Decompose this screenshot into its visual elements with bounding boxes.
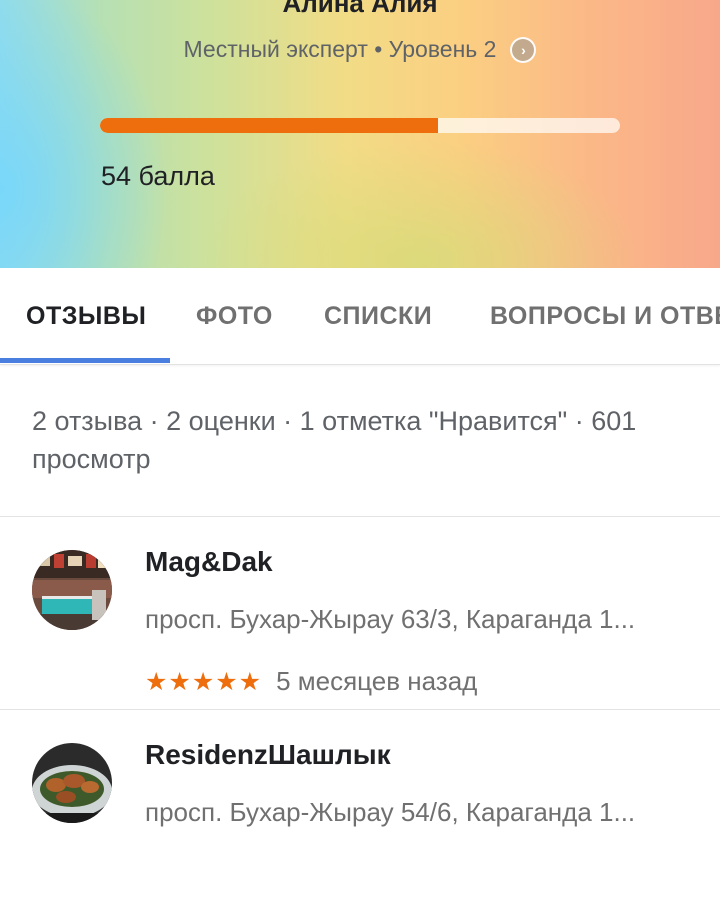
level-progress-bar [100, 118, 620, 133]
review-time: 5 месяцев назад [276, 666, 478, 696]
place-name[interactable]: Mag&Dak [145, 546, 273, 578]
review-item[interactable]: ResidenzШашлык просп. Бухар-Жырау 54/6, … [0, 709, 720, 899]
tab-bar: ОТЗЫВЫ ФОТО СПИСКИ ВОПРОСЫ И ОТВЕ [0, 268, 720, 365]
level-row[interactable]: Местный эксперт • Уровень 2 › [0, 36, 720, 63]
profile-header: Алина Алия Местный эксперт • Уровень 2 ›… [0, 0, 720, 268]
review-item[interactable]: Mag&Dak просп. Бухар-Жырау 63/3, Караган… [0, 516, 720, 706]
level-subtitle: Местный эксперт • Уровень 2 [183, 36, 497, 62]
star-rating: ★★★★★ [145, 667, 263, 696]
review-stats: 2 отзыва · 2 оценки · 1 отметка "Нравитс… [32, 406, 637, 474]
points-label: 54 балла [101, 161, 215, 191]
chevron-right-icon[interactable]: › [510, 36, 537, 63]
tab-lists[interactable]: СПИСКИ [324, 268, 432, 364]
place-address: просп. Бухар-Жырау 54/6, Караганда 1... [145, 797, 636, 827]
active-tab-indicator [0, 358, 170, 363]
tab-questions-answers[interactable]: ВОПРОСЫ И ОТВЕ [490, 268, 720, 364]
tab-photos[interactable]: ФОТО [196, 268, 273, 364]
review-meta: ★★★★★ 5 месяцев назад [145, 666, 477, 697]
place-name[interactable]: ResidenzШашлык [145, 739, 391, 771]
level-progress-fill [100, 118, 438, 133]
place-photo-avatar [32, 550, 112, 630]
place-address: просп. Бухар-Жырау 63/3, Караганда 1... [145, 604, 636, 634]
profile-name: Алина Алия [282, 0, 438, 18]
tab-reviews[interactable]: ОТЗЫВЫ [26, 268, 146, 364]
place-photo-avatar [32, 743, 112, 823]
